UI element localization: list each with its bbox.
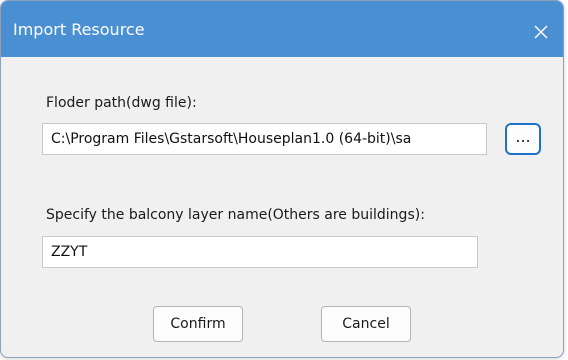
dialog-title: Import Resource	[13, 20, 145, 39]
import-resource-dialog: Import Resource Floder path(dwg file): C…	[0, 0, 564, 358]
close-button[interactable]	[519, 15, 563, 49]
folder-path-input[interactable]: C:\Program Files\Gstarsoft\Houseplan1.0 …	[42, 123, 487, 155]
cancel-button[interactable]: Cancel	[321, 306, 411, 342]
title-bar: Import Resource	[1, 1, 563, 57]
page: Import Resource Floder path(dwg file): C…	[0, 0, 568, 360]
confirm-button[interactable]: Confirm	[153, 306, 243, 342]
browse-button[interactable]: ...	[505, 123, 541, 155]
balcony-layer-input[interactable]: ZZYT	[42, 236, 478, 268]
folder-path-label: Floder path(dwg file):	[46, 95, 197, 111]
balcony-layer-label: Specify the balcony layer name(Others ar…	[46, 207, 425, 223]
close-icon	[533, 24, 549, 40]
